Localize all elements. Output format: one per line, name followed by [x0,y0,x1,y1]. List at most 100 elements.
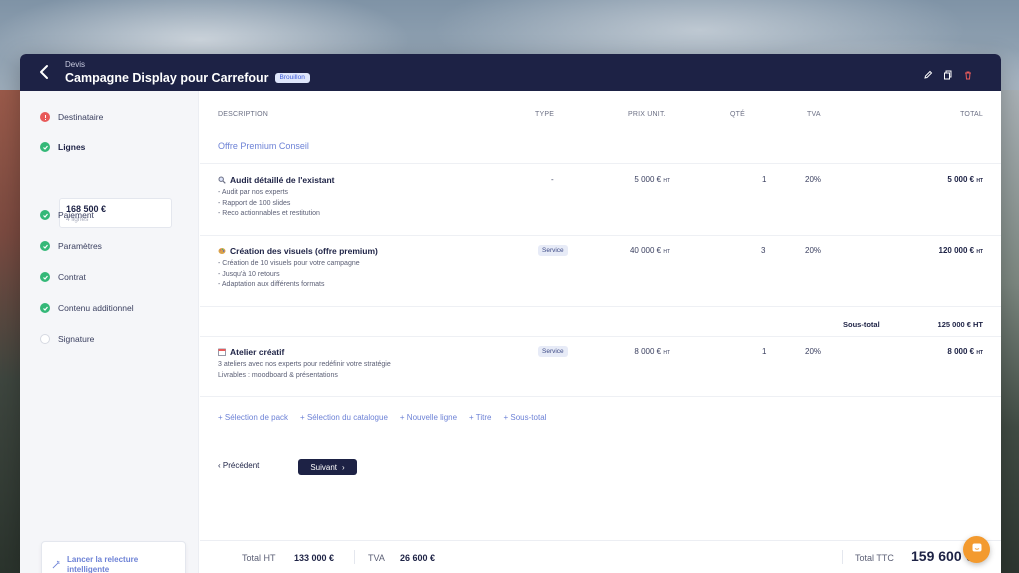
total-ht-value: 133 000 € [294,553,335,563]
row-vat: 20% [805,175,822,184]
row-name: Audit détaillé de l'existant [230,175,335,185]
col-qty: QTÉ [730,111,745,118]
empty-circle-icon [40,334,50,344]
vat-value: 26 600 € [400,553,436,563]
quote-title: Campagne Display pour Carrefour [65,71,269,85]
row-unit-price: 8 000 € HT [634,347,670,356]
breadcrumb[interactable]: Devis [65,60,85,69]
table-header: DESCRIPTION TYPE PRIX UNIT. QTÉ TVA TOTA… [200,111,1001,123]
check-icon [40,142,50,152]
step-paiement[interactable]: Paiement [40,210,94,220]
row-desc-line: Livrables : moodboard & présentations [218,371,338,379]
row-unit-price: 5 000 € HT [634,175,670,184]
col-vat: TVA [807,111,821,118]
smart-review-button[interactable]: Lancer la relecture intelligente [41,541,186,573]
next-button[interactable]: Suivant › [298,459,357,475]
subtotal-value: 125 000 € HT [937,320,983,329]
col-unit-price: PRIX UNIT. [628,111,666,118]
subtotal-label: Sous-total [843,320,880,329]
row-desc-line: - Jusqu'à 10 retours [218,270,280,278]
check-icon [40,272,50,282]
divider [200,336,1001,337]
status-badge: Brouillon [274,72,310,84]
chat-support-button[interactable] [963,536,990,563]
divider [200,235,1001,236]
step-signature[interactable]: Signature [40,334,94,344]
pencil-icon[interactable] [923,67,933,79]
row-vat: 20% [805,347,822,356]
error-icon [40,112,50,122]
totals-footer: Total HT 133 000 € TVA 26 600 € Total TT… [200,540,1001,573]
step-label: Signature [58,334,95,344]
step-contenu-additionnel[interactable]: Contenu additionnel [40,303,134,313]
row-desc-line: - Rapport de 100 slides [218,199,291,207]
quote-editor-window: Devis Campagne Display pour Carrefour Br… [20,54,1001,573]
row-qty: 1 [762,347,767,356]
check-icon [40,303,50,313]
total-ht-label: Total HT [242,553,276,563]
previous-button[interactable]: ‹ Précédent [218,461,259,470]
separator [354,550,355,564]
col-description: DESCRIPTION [218,111,269,118]
add-pack-button[interactable]: + Sélection de pack [218,413,288,422]
row-vat: 20% [805,246,822,255]
divider [200,163,1001,164]
lines-table-area: DESCRIPTION TYPE PRIX UNIT. QTÉ TVA TOTA… [200,91,1001,573]
steps-sidebar: Destinataire Lignes 168 500 € 4 lignes P… [20,91,199,573]
row-total: 8 000 € HT [947,347,983,356]
row-name: Atelier créatif [230,347,285,357]
step-parametres[interactable]: Paramètres [40,241,102,251]
row-name: Création des visuels (offre premium) [230,246,378,256]
row-desc-line: 3 ateliers avec nos experts pour redéfin… [218,361,391,368]
magnifier-icon [218,176,226,184]
row-desc-line: - Adaptation aux différents formats [218,281,325,288]
divider [200,306,1001,307]
row-total: 5 000 € HT [947,175,983,184]
add-actions: + Sélection de pack + Sélection du catal… [218,413,546,422]
page-title: Campagne Display pour Carrefour Brouillo… [65,71,310,85]
magic-wand-icon [52,556,61,573]
add-line-button[interactable]: + Nouvelle ligne [400,413,457,422]
palette-icon [218,247,226,255]
chevron-right-icon: › [342,462,345,472]
section-title[interactable]: Offre Premium Conseil [218,141,309,151]
trash-icon[interactable] [963,67,973,80]
step-lignes[interactable]: Lignes [40,142,85,152]
col-type: TYPE [535,111,555,118]
background-rock-right [999,90,1019,573]
header-bar: Devis Campagne Display pour Carrefour Br… [20,54,1001,91]
separator [842,550,843,564]
step-label: Destinataire [58,112,104,122]
add-subtotal-button[interactable]: + Sous-total [504,413,547,422]
chat-icon [971,541,983,559]
chevron-left-icon: ‹ [218,461,221,470]
background-rock-left [0,90,22,573]
check-icon [40,210,50,220]
step-contrat[interactable]: Contrat [40,272,86,282]
step-label: Contenu additionnel [58,303,134,313]
duplicate-icon[interactable] [943,67,953,80]
ttc-label: Total TTC [855,553,894,563]
row-qty: 3 [761,246,766,255]
step-label: Paramètres [58,241,102,251]
type-badge: Service [538,346,568,357]
divider [200,396,1001,397]
step-destinataire[interactable]: Destinataire [40,112,103,122]
type-badge: Service [538,245,568,256]
smart-review-label-2: intelligente [67,565,110,573]
calendar-icon [218,348,226,356]
row-unit-price: 40 000 € HT [629,246,670,255]
row-qty: 1 [762,175,767,184]
add-catalogue-button[interactable]: + Sélection du catalogue [300,413,388,422]
step-label: Paiement [58,210,94,220]
vat-label: TVA [368,553,385,563]
add-title-button[interactable]: + Titre [469,413,491,422]
step-label: Contrat [58,272,86,282]
row-type: - [551,175,554,184]
row-desc-line: - Reco actionnables et restitution [218,210,320,217]
row-total: 120 000 € HT [938,246,984,255]
smart-review-label: Lancer la relecture [67,555,139,564]
step-label: Lignes [58,142,86,152]
header-actions [923,67,973,80]
back-arrow-icon[interactable] [36,63,54,81]
